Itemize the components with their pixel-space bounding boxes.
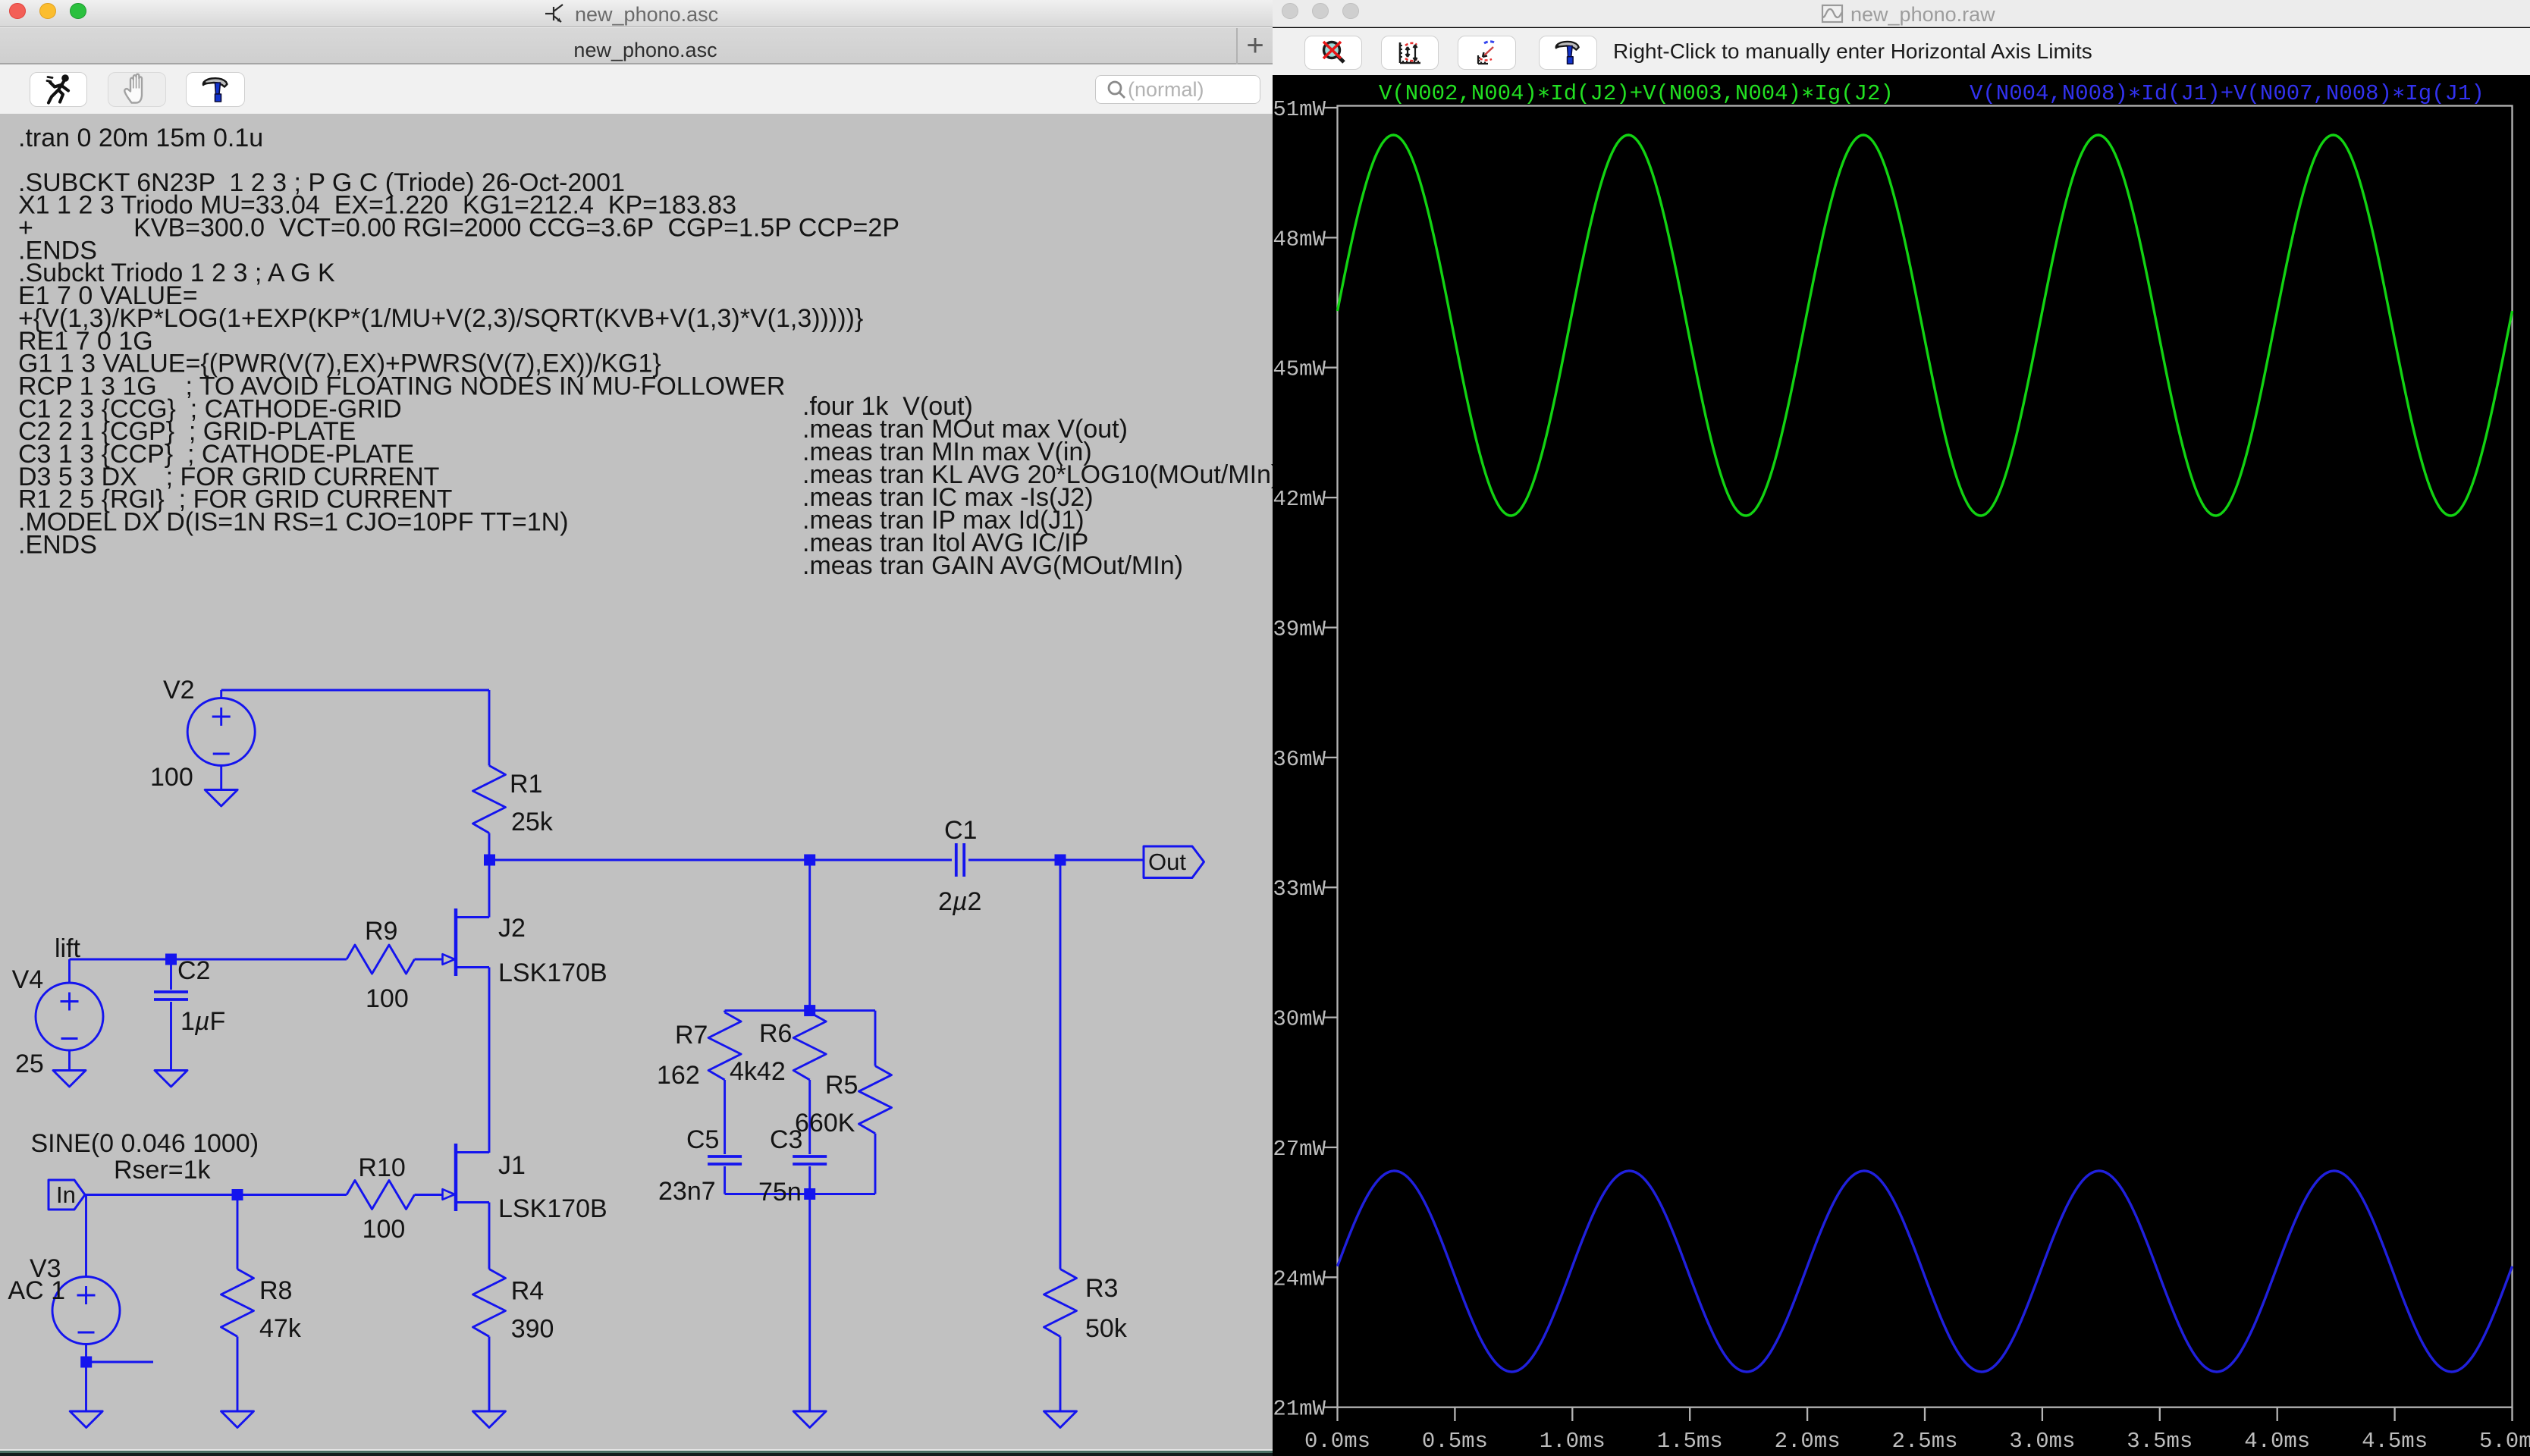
svg-text:R4: R4 bbox=[511, 1277, 544, 1306]
svg-text:.ENDS: .ENDS bbox=[18, 530, 97, 559]
svg-text:.tran 0 20m 15m 0.1u: .tran 0 20m 15m 0.1u bbox=[18, 124, 263, 152]
svg-text:In: In bbox=[56, 1181, 76, 1208]
svg-text:660K: 660K bbox=[795, 1109, 855, 1138]
svg-text:AC 1: AC 1 bbox=[8, 1276, 65, 1305]
svg-text:Rser=1k: Rser=1k bbox=[114, 1156, 212, 1185]
svg-text:V4: V4 bbox=[12, 965, 44, 994]
svg-text:Out: Out bbox=[1148, 849, 1186, 875]
svg-text:LSK170B: LSK170B bbox=[498, 959, 607, 987]
svg-text:100: 100 bbox=[366, 984, 409, 1013]
svg-text:.MODEL DX D(IS=1N RS=1 CJO=10P: .MODEL DX D(IS=1N RS=1 CJO=10PF TT=1N) bbox=[18, 508, 569, 537]
svg-text:1µF: 1µF bbox=[180, 1007, 225, 1036]
svg-text:J1: J1 bbox=[498, 1151, 526, 1180]
svg-text:R1: R1 bbox=[510, 770, 542, 799]
svg-text:R3: R3 bbox=[1085, 1274, 1118, 1303]
svg-text:4k42: 4k42 bbox=[730, 1057, 786, 1086]
svg-text:R8: R8 bbox=[259, 1276, 292, 1305]
svg-text:100: 100 bbox=[363, 1215, 406, 1244]
svg-text:100: 100 bbox=[150, 763, 193, 792]
svg-text:C2: C2 bbox=[177, 956, 210, 985]
svg-text:R10: R10 bbox=[358, 1153, 405, 1182]
svg-text:2µ2: 2µ2 bbox=[938, 887, 981, 916]
svg-text:C1: C1 bbox=[944, 816, 977, 845]
svg-text:J2: J2 bbox=[498, 914, 526, 943]
svg-text:23n7: 23n7 bbox=[658, 1177, 716, 1206]
svg-text:.meas tran GAIN AVG(MOut/MIn): .meas tran GAIN AVG(MOut/MIn) bbox=[802, 551, 1183, 580]
svg-text:47k: 47k bbox=[259, 1314, 302, 1343]
svg-text:25k: 25k bbox=[511, 808, 554, 836]
svg-text:162: 162 bbox=[657, 1061, 700, 1090]
svg-text:25: 25 bbox=[15, 1050, 44, 1078]
svg-text:+ KVB=300.0 VCT=: + KVB=300.0 VCT=0.00 RGI=2000 CCG=3.6P C… bbox=[18, 214, 899, 243]
svg-text:LSK170B: LSK170B bbox=[498, 1194, 607, 1223]
svg-text:R7: R7 bbox=[675, 1021, 708, 1050]
svg-text:C3: C3 bbox=[770, 1125, 802, 1154]
svg-text:R9: R9 bbox=[365, 917, 397, 946]
svg-text:C5: C5 bbox=[686, 1125, 719, 1154]
svg-text:R5: R5 bbox=[825, 1071, 858, 1100]
svg-text:50k: 50k bbox=[1085, 1314, 1128, 1343]
svg-text:R6: R6 bbox=[759, 1019, 792, 1048]
svg-text:390: 390 bbox=[511, 1314, 554, 1343]
svg-text:SINE(0 0.046 1000): SINE(0 0.046 1000) bbox=[31, 1129, 259, 1158]
svg-text:75n: 75n bbox=[758, 1178, 802, 1207]
svg-text:V2: V2 bbox=[163, 676, 195, 704]
